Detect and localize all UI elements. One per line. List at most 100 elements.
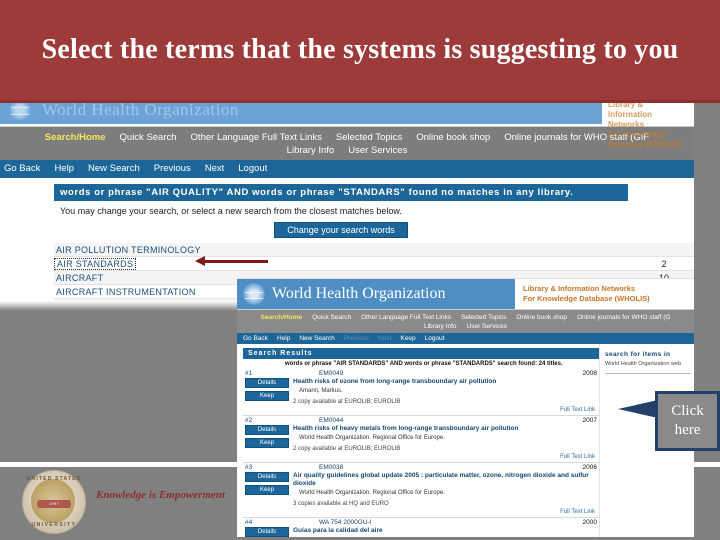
nav-item-journals-front[interactable]: Online journals for WHO staff (G (577, 314, 670, 321)
nav-primary-second-row-back[interactable]: Library Info User Services (0, 144, 694, 157)
term-row[interactable]: AIR POLLUTION TERMINOLOGY (54, 243, 694, 257)
nav-primary-front[interactable]: Search/Home Quick Search Other Language Fu… (237, 310, 694, 333)
nav-item-library-info-front[interactable]: Library Info (424, 323, 457, 330)
search-results-query: words or phrase "AIR STANDARDS" AND word… (285, 361, 563, 367)
result-buttons: Details Keep (245, 378, 291, 406)
nav-item-other-language-back[interactable]: Other Language Full Text Links (191, 132, 322, 143)
footer-tagline: Knowledge is Empowerment (96, 489, 225, 501)
result-title[interactable]: Air quality guidelines global update 200… (293, 472, 599, 488)
details-button[interactable]: Details (245, 472, 289, 482)
result-year: 2007 (582, 417, 597, 424)
banner-divider (0, 100, 720, 103)
result-top-line: #2 EM0044 2007 (243, 417, 599, 425)
pointer-arrow-icon (195, 256, 268, 266)
who-subtitle-front: Library & Information Networks For Knowl… (515, 279, 694, 309)
nav-help-back[interactable]: Help (54, 163, 74, 174)
who-emblem-icon (243, 283, 265, 305)
seal-bottom-text: UNIVERSITY (31, 522, 77, 528)
result-body: Details Keep Guías para la calidad del a… (243, 527, 599, 537)
result-author: Amann, Markus. (299, 388, 343, 394)
result-meta: Health risks of heavy metals from long-r… (291, 425, 599, 453)
result-row: #3 EM0038 2006 Details Keep Air quality … (243, 464, 599, 518)
who-subtitle-line1-front: Library & Information Networks (523, 284, 636, 293)
nav-item-book-shop-back[interactable]: Online book shop (416, 132, 490, 143)
who-org-name-back: World Health Organization (42, 100, 239, 119)
result-call-number: EM0049 (319, 370, 344, 377)
callout-line-1: Click (671, 403, 704, 419)
nav-keep-front[interactable]: Keep (400, 335, 415, 342)
result-number: #2 (245, 417, 253, 424)
seal-ribbon-icon: 1997 (37, 500, 71, 508)
results-layout: Search Results words or phrase "AIR STAN… (237, 344, 694, 537)
seal-top-text: UNITED STATES (26, 476, 82, 482)
change-search-wrap: Change your search words (54, 220, 628, 243)
nav-primary-back[interactable]: Search/Home Quick Search Other Language Fu… (0, 127, 694, 160)
slide-title-banner: Select the terms that the systems is sug… (0, 0, 720, 100)
term-row[interactable]: AIR STANDARDS 2 (54, 257, 694, 271)
result-buttons: Details Keep (245, 472, 291, 508)
full-text-link[interactable]: Full Text Link (243, 509, 599, 515)
result-row: #4 WA 754 2000GU-I 2000 Details Keep Guí… (243, 519, 599, 537)
full-text-link[interactable]: Full Text Link (243, 407, 599, 413)
nav-item-quick-search-front[interactable]: Quick Search (312, 314, 351, 321)
result-title[interactable]: Guías para la calidad del aire (293, 527, 599, 535)
nav-item-book-shop-front[interactable]: Online book shop (516, 314, 567, 321)
result-year: 2008 (582, 370, 597, 377)
result-author: World Health Organization. Regional Offi… (299, 490, 445, 496)
change-search-words-button[interactable]: Change your search words (274, 222, 408, 238)
nav-item-selected-topics-back[interactable]: Selected Topics (336, 132, 402, 143)
sidebar-divider (605, 373, 691, 374)
search-results-header: Search Results (243, 348, 599, 359)
result-year: 2000 (582, 519, 597, 526)
keep-button[interactable]: Keep (245, 438, 289, 448)
details-button[interactable]: Details (245, 527, 289, 537)
result-body: Details Keep Health risks of ozone from … (243, 378, 599, 406)
result-year: 2006 (582, 464, 597, 471)
callout-line-2: here (674, 422, 701, 438)
nav-item-library-info-back[interactable]: Library Info (287, 145, 335, 156)
nav-new-search-front[interactable]: New Search (299, 335, 334, 342)
result-title[interactable]: Health risks of ozone from long-range tr… (293, 378, 599, 386)
result-meta: Air quality guidelines global update 200… (291, 472, 599, 508)
nav-go-back-back[interactable]: Go Back (4, 163, 40, 174)
result-call-number: WA 754 2000GU-I (319, 519, 372, 526)
nav-secondary-back[interactable]: Go Back Help New Search Previous Next Logout (0, 160, 694, 178)
click-here-callout: Click here (655, 391, 720, 451)
result-meta: Health risks of ozone from long-range tr… (291, 378, 599, 406)
nav-item-selected-topics-front[interactable]: Selected Topics (461, 314, 506, 321)
callout-pointer-icon (618, 400, 658, 418)
nav-item-user-services-front[interactable]: User Services (467, 323, 507, 330)
result-meta: Guías para la calidad del aire World Hea… (291, 527, 599, 537)
result-body: Details Keep Health risks of heavy metal… (243, 425, 599, 453)
result-number: #4 (245, 519, 253, 526)
nav-next-front: Next (378, 335, 392, 342)
nav-item-search-home-front[interactable]: Search/Home (261, 314, 303, 321)
nav-next-back[interactable]: Next (205, 163, 225, 174)
result-title[interactable]: Health risks of heavy metals from long-r… (293, 425, 599, 433)
nav-primary-second-row-front[interactable]: Library Info User Services (237, 322, 694, 331)
nav-new-search-back[interactable]: New Search (88, 163, 140, 174)
nav-logout-back[interactable]: Logout (238, 163, 267, 174)
slide-footer: UNITED STATES 1997 UNIVERSITY Knowledge … (0, 467, 237, 540)
nav-previous-back[interactable]: Previous (154, 163, 191, 174)
nav-go-back-front[interactable]: Go Back (243, 335, 268, 342)
nav-item-search-home-back[interactable]: Search/Home (45, 132, 106, 143)
keep-button[interactable]: Keep (245, 391, 289, 401)
full-text-link[interactable]: Full Text Link (243, 454, 599, 460)
result-call-number: EM0038 (319, 464, 344, 471)
nav-help-front[interactable]: Help (277, 335, 290, 342)
term-label-air-standards[interactable]: AIR STANDARDS (54, 257, 137, 270)
sidebar-subtitle: World Health Organization web (605, 361, 682, 367)
keep-button[interactable]: Keep (245, 485, 289, 495)
no-match-message: words or phrase "AIR QUALITY" AND words … (54, 184, 628, 201)
details-button[interactable]: Details (245, 425, 289, 435)
nav-item-user-services-back[interactable]: User Services (348, 145, 407, 156)
details-button[interactable]: Details (245, 378, 289, 388)
result-author: World Health Organization. Occupational … (293, 536, 599, 537)
nav-logout-front[interactable]: Logout (425, 335, 445, 342)
nav-item-quick-search-back[interactable]: Quick Search (120, 132, 177, 143)
no-match-hint: You may change your search, or select a … (60, 206, 402, 216)
nav-secondary-front[interactable]: Go Back Help New Search Previous Next Keep Log… (237, 333, 694, 344)
term-label-air-pollution-terminology[interactable]: AIR POLLUTION TERMINOLOGY (54, 245, 634, 255)
nav-item-other-language-front[interactable]: Other Language Full Text Links (361, 314, 451, 321)
